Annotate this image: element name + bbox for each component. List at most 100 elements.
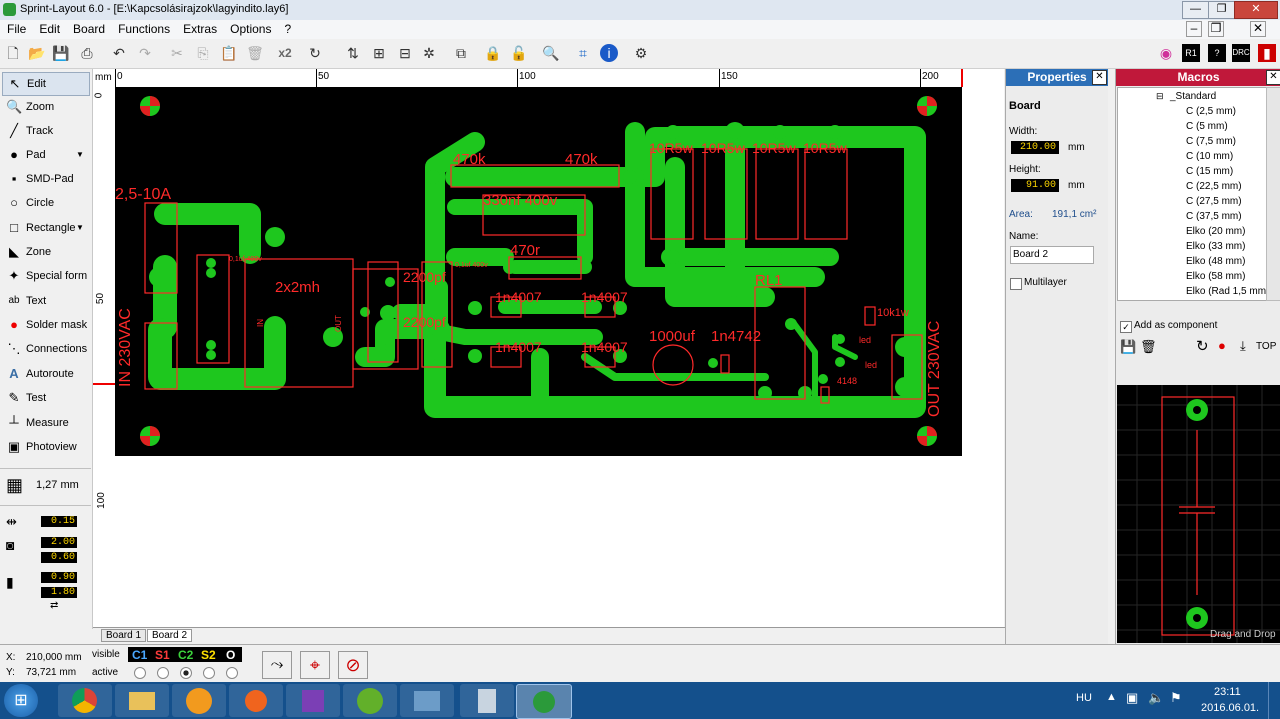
drc-icon[interactable]: DRC [1232, 44, 1250, 62]
save-icon[interactable]: 💾 [1120, 339, 1136, 355]
mirror-icon[interactable]: ⇅ [344, 44, 362, 62]
tool-special-form[interactable]: ✦ Special form [2, 265, 88, 287]
show-desktop-button[interactable] [1268, 682, 1280, 719]
tree-item[interactable]: Elko (Rad 1,5 mm [1186, 286, 1266, 297]
mdi-close-button[interactable]: ✕ [1250, 21, 1266, 37]
copy-icon[interactable]: ⎘ [194, 44, 212, 62]
mdi-restore-button[interactable]: ❐ [1208, 21, 1224, 37]
tab-board-2[interactable]: Board 2 [147, 629, 193, 642]
layer-icon[interactable]: ▮ [1258, 44, 1276, 62]
minimize-button[interactable]: — [1182, 1, 1209, 19]
tree-item[interactable]: C (27,5 mm) [1186, 196, 1242, 207]
close-icon[interactable]: ✕ [1266, 70, 1280, 85]
sprint-layout-icon[interactable] [516, 684, 572, 719]
tree-item[interactable]: C (22,5 mm) [1186, 181, 1242, 192]
active-radio-s2[interactable] [203, 667, 215, 679]
trash-icon[interactable]: 🗑 [1140, 339, 1157, 355]
active-radio-s1[interactable] [157, 667, 169, 679]
visual-studio-icon[interactable] [286, 684, 340, 717]
snap-icon[interactable]: ✲ [420, 44, 438, 62]
chevron-down-icon[interactable]: ▼ [76, 144, 84, 166]
print-icon[interactable]: ⎙ [78, 44, 96, 62]
show-hidden-icons[interactable]: ▲ [1106, 691, 1117, 703]
smd-width-field[interactable]: 0.90 [41, 572, 77, 583]
tool-zoom[interactable]: 🔍 Zoom [2, 96, 88, 118]
multilayer-checkbox[interactable] [1010, 278, 1022, 290]
open-folder-icon[interactable]: 📂 [28, 44, 46, 62]
crosshair-icon[interactable]: ⌖ [300, 651, 330, 679]
tool-circle[interactable]: ○ Circle [2, 192, 88, 214]
tool-pad[interactable]: ● Pad ▼ [2, 144, 88, 166]
layer-s1[interactable]: S1 [155, 648, 170, 662]
tree-item[interactable]: C (37,5 mm) [1186, 211, 1242, 222]
tree-item[interactable]: Elko (20 mm) [1186, 226, 1245, 237]
redo-icon[interactable]: ↷ [136, 44, 154, 62]
tool-autoroute[interactable]: A Autoroute [2, 363, 88, 385]
undo-icon[interactable]: ↶ [110, 44, 128, 62]
menu-edit[interactable]: Edit [32, 20, 66, 36]
menu-file[interactable]: File [0, 20, 32, 36]
grid-selector[interactable]: ▦ 1,27 mm [2, 474, 88, 496]
ratsnest-icon[interactable]: ⤳ [262, 651, 292, 679]
mdi-minimize-button[interactable]: – [1186, 21, 1202, 37]
chip-icon[interactable]: ⚙ [632, 44, 650, 62]
tool-zone[interactable]: ◣ Zone [2, 241, 88, 263]
question-icon[interactable]: ? [1208, 44, 1226, 62]
utorrent-icon[interactable] [343, 684, 397, 717]
volume-icon[interactable]: 🔈 [1148, 690, 1164, 706]
start-button[interactable]: ⊞ [4, 684, 38, 717]
tool-test[interactable]: ✎ Test [2, 387, 88, 409]
chat-icon[interactable] [172, 684, 226, 717]
pad-outer-field[interactable]: 2.00 [41, 537, 77, 548]
new-file-icon[interactable]: 🗋 [4, 44, 22, 62]
tool-text[interactable]: ab Text [2, 290, 88, 312]
duplicate-button[interactable]: x2 [276, 44, 294, 62]
save-icon[interactable]: 💾 [52, 44, 70, 62]
tree-collapse-icon[interactable]: ⊟ [1156, 91, 1164, 102]
tree-item[interactable]: C (2,5 mm) [1186, 106, 1236, 117]
lock-icon[interactable]: 🔒 [484, 44, 502, 62]
close-button[interactable]: ✕ [1234, 1, 1278, 19]
chrome-icon[interactable] [58, 684, 112, 717]
menu-board[interactable]: Board [66, 20, 111, 36]
language-indicator[interactable]: HU [1076, 692, 1092, 704]
macro-preview[interactable]: Drag and Drop [1117, 385, 1280, 643]
via-icon[interactable]: ◉ [1157, 44, 1175, 62]
tool-photoview[interactable]: ▣ Photoview [2, 436, 88, 458]
active-radio-c2[interactable] [180, 667, 192, 679]
menu-functions[interactable]: Functions [111, 20, 176, 36]
tree-item[interactable]: C (15 mm) [1186, 166, 1233, 177]
menu-help[interactable]: ? [277, 20, 297, 36]
unlock-icon[interactable]: 🔓 [510, 44, 528, 62]
tree-item[interactable]: C (7,5 mm) [1186, 136, 1236, 147]
refresh-icon[interactable]: ↻ [1196, 337, 1209, 355]
tree-item[interactable]: C (10 mm) [1186, 151, 1233, 162]
smd-height-field[interactable]: 1.80 [41, 587, 77, 598]
paste-icon[interactable]: 📋 [220, 44, 238, 62]
vertical-scrollbar[interactable] [1266, 87, 1280, 301]
maximize-button[interactable]: ❐ [1208, 1, 1235, 19]
tool-measure[interactable]: ┴ Measure [2, 412, 88, 434]
tab-board-1[interactable]: Board 1 [101, 629, 147, 642]
tree-item[interactable]: Elko (33 mm) [1186, 241, 1245, 252]
network-icon[interactable]: ▣ [1126, 690, 1138, 706]
r1-icon[interactable]: R1 [1182, 44, 1200, 62]
pad-size-icon[interactable]: ◙ [6, 537, 14, 553]
tree-item[interactable]: Elko (58 mm) [1186, 271, 1245, 282]
tool-track[interactable]: ╱ Track [2, 120, 88, 142]
tree-item[interactable]: _Standard [1170, 91, 1216, 102]
layer-c2[interactable]: C2 [178, 648, 193, 662]
add-component-checkbox[interactable]: ✓ [1120, 321, 1132, 333]
tool-solder-mask[interactable]: ● Solder mask [2, 314, 88, 336]
smd-size-icon[interactable]: ▮ [6, 574, 14, 591]
zoom-search-icon[interactable]: 🔍 [542, 44, 560, 62]
width-field[interactable]: 210.00 [1011, 141, 1059, 154]
group-icon[interactable]: ⧉ [452, 44, 470, 62]
track-width-icon[interactable]: ⇹ [6, 514, 17, 530]
cut-icon[interactable]: ✂ [168, 44, 186, 62]
active-radio-c1[interactable] [134, 667, 146, 679]
name-field[interactable]: Board 2 [1010, 246, 1094, 264]
active-radio-o[interactable] [226, 667, 238, 679]
delete-icon[interactable]: 🗑 [246, 44, 264, 62]
menu-extras[interactable]: Extras [176, 20, 223, 36]
